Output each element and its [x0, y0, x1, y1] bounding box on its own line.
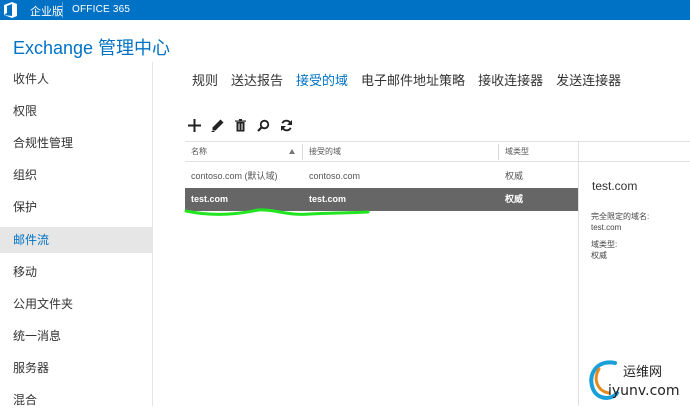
domain-type-value: 权威: [591, 251, 607, 260]
table-row-selected[interactable]: test.com test.com 权威: [185, 188, 578, 211]
watermark-title: 运维网: [623, 365, 663, 380]
tab-rules[interactable]: 规则: [192, 70, 218, 89]
sidebar-item-servers[interactable]: 服务器: [0, 355, 153, 381]
search-icon[interactable]: [256, 117, 270, 133]
cell-name: contoso.com (默认域): [191, 171, 278, 181]
column-header-accepted-domain[interactable]: 接受的域: [303, 142, 341, 162]
sidebar-item-unified-messaging[interactable]: 统一消息: [0, 323, 153, 349]
sidebar-item-recipients[interactable]: 收件人: [0, 66, 153, 92]
sidebar-item-public-folders[interactable]: 公用文件夹: [0, 291, 153, 317]
accepted-domains-table: 名称 接受的域 域类型 contoso.com (默认域) contoso.co…: [185, 141, 578, 211]
details-title: test.com: [592, 179, 638, 193]
tab-bar: 规则 送达报告 接受的域 电子邮件地址策略 接收连接器 发送连接器: [192, 70, 634, 90]
edit-icon[interactable]: [210, 117, 224, 133]
page-title: Exchange 管理中心: [13, 38, 171, 58]
watermark-url: iyunv.com: [608, 383, 680, 399]
site-watermark: 运维网 iyunv.com: [585, 355, 690, 406]
details-header: [579, 141, 690, 162]
tab-email-address-policies[interactable]: 电子邮件地址策略: [361, 70, 465, 89]
sidebar-item-hybrid[interactable]: 混合: [0, 387, 153, 413]
sidebar-item-permissions[interactable]: 权限: [0, 98, 153, 124]
cell-domain: test.com: [309, 194, 347, 204]
fqdn-value: test.com: [591, 223, 622, 232]
tab-delivery-reports[interactable]: 送达报告: [231, 70, 283, 89]
sidebar-item-mobile[interactable]: 移动: [0, 259, 153, 285]
fqdn-label: 完全限定的域名:: [591, 212, 650, 221]
domain-type-label: 域类型:: [591, 240, 618, 249]
column-header-domain-type[interactable]: 域类型: [499, 142, 529, 162]
cell-type: 权威: [505, 171, 524, 181]
cell-domain: contoso.com: [309, 171, 361, 181]
tab-accepted-domains[interactable]: 接受的域: [296, 70, 348, 89]
office-logo-icon[interactable]: [3, 2, 18, 18]
sidebar-item-mail-flow[interactable]: 邮件流: [0, 227, 153, 253]
sort-ascending-icon[interactable]: [289, 149, 295, 154]
office365-link[interactable]: OFFICE 365: [72, 4, 130, 15]
tab-send-connectors[interactable]: 发送连接器: [556, 70, 621, 89]
delete-icon[interactable]: [233, 117, 247, 133]
add-icon[interactable]: [187, 117, 201, 133]
sidebar-item-protection[interactable]: 保护: [0, 194, 153, 220]
topbar-divider: [62, 2, 63, 18]
sidebar-item-organization[interactable]: 组织: [0, 162, 153, 188]
tab-receive-connectors[interactable]: 接收连接器: [478, 70, 543, 89]
sidebar: 收件人 权限 合规性管理 组织 保护 邮件流 移动 公用文件夹 统一消息 服务器…: [0, 62, 153, 407]
column-header-name[interactable]: 名称: [185, 142, 207, 162]
cell-name: test.com: [191, 194, 229, 204]
table-row[interactable]: contoso.com (默认域) contoso.com 权威: [185, 165, 578, 188]
cell-type: 权威: [505, 194, 524, 204]
sidebar-item-compliance[interactable]: 合规性管理: [0, 130, 153, 156]
brand-label[interactable]: 企业版: [30, 3, 63, 19]
table-header: 名称 接受的域 域类型: [185, 141, 578, 162]
top-bar: 企业版 OFFICE 365: [0, 0, 690, 20]
refresh-icon[interactable]: [279, 117, 293, 133]
